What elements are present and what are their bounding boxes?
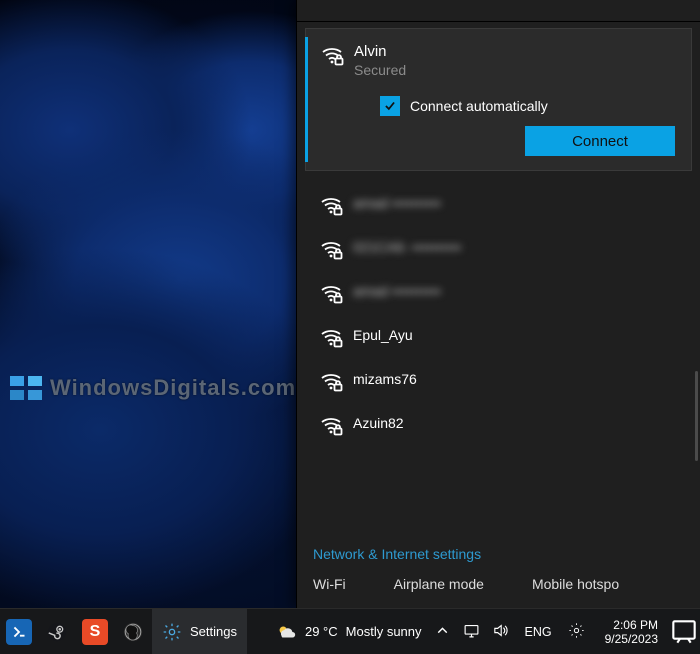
quick-actions-row: Wi-Fi Airplane mode Mobile hotspo bbox=[297, 566, 700, 608]
action-center-button[interactable] bbox=[668, 609, 700, 654]
tray-overflow-icon[interactable] bbox=[434, 622, 451, 642]
taskbar-app-obs[interactable] bbox=[114, 609, 152, 654]
tray-language[interactable]: ENG bbox=[521, 625, 556, 639]
tray-settings-icon[interactable] bbox=[568, 622, 585, 642]
wifi-secured-icon bbox=[320, 43, 344, 67]
tray-display-icon[interactable] bbox=[463, 622, 480, 642]
network-ssid: amad •••••••••• bbox=[353, 195, 441, 211]
network-item[interactable]: amad •••••••••• bbox=[305, 269, 692, 313]
selection-accent bbox=[305, 37, 308, 162]
flyout-header bbox=[297, 0, 700, 22]
quick-wifi[interactable]: Wi-Fi bbox=[313, 576, 346, 592]
network-flyout: Alvin Secured Connect automatically Conn… bbox=[296, 0, 700, 608]
network-item[interactable]: Epul_Ayu bbox=[305, 313, 692, 357]
taskbar-system-tray: ENG 2:06 PM 9/25/2023 bbox=[424, 609, 700, 654]
wifi-secured-icon bbox=[319, 281, 343, 305]
wifi-secured-icon bbox=[319, 193, 343, 217]
selected-network-card[interactable]: Alvin Secured Connect automatically Conn… bbox=[305, 28, 692, 171]
network-ssid: Epul_Ayu bbox=[353, 327, 413, 343]
taskbar-app-snagit[interactable]: S bbox=[76, 609, 114, 654]
taskbar-app-powershell[interactable] bbox=[0, 609, 38, 654]
weather-icon bbox=[275, 621, 297, 643]
network-item[interactable]: mizams76 bbox=[305, 357, 692, 401]
watermark: WindowsDigitals.com bbox=[10, 375, 296, 401]
taskbar-app-settings[interactable]: Settings bbox=[152, 609, 247, 654]
watermark-text: WindowsDigitals.com bbox=[50, 375, 296, 401]
selected-network-name: Alvin bbox=[354, 43, 675, 60]
scrollbar-thumb[interactable] bbox=[695, 371, 698, 461]
connect-automatically-label: Connect automatically bbox=[410, 98, 548, 114]
taskbar-settings-label: Settings bbox=[190, 624, 237, 639]
network-ssid: 021CA6- •••••••••• bbox=[353, 239, 461, 255]
taskbar-clock[interactable]: 2:06 PM 9/25/2023 bbox=[595, 618, 668, 646]
connect-button[interactable]: Connect bbox=[525, 126, 675, 156]
wifi-secured-icon bbox=[319, 413, 343, 437]
connect-automatically-checkbox[interactable] bbox=[380, 96, 400, 116]
wifi-secured-icon bbox=[319, 237, 343, 261]
weather-temperature: 29 °C bbox=[305, 624, 338, 639]
quick-hotspot[interactable]: Mobile hotspo bbox=[532, 576, 619, 592]
network-item[interactable]: amad •••••••••• bbox=[305, 181, 692, 225]
tray-speaker-icon[interactable] bbox=[492, 622, 509, 642]
taskbar-pinned-apps: S Settings bbox=[0, 609, 247, 654]
taskbar-app-steam[interactable] bbox=[38, 609, 76, 654]
quick-airplane[interactable]: Airplane mode bbox=[394, 576, 484, 592]
wifi-secured-icon bbox=[319, 369, 343, 393]
taskbar-weather-widget[interactable]: 29 °C Mostly sunny bbox=[275, 621, 422, 643]
gear-icon bbox=[162, 622, 182, 642]
network-item[interactable]: 021CA6- •••••••••• bbox=[305, 225, 692, 269]
wifi-secured-icon bbox=[319, 325, 343, 349]
network-settings-link[interactable]: Network & Internet settings bbox=[297, 536, 700, 566]
taskbar: S Settings 29 °C Mostly sunny bbox=[0, 608, 700, 654]
network-item[interactable]: Azuin82 bbox=[305, 401, 692, 445]
available-networks-list: amad •••••••••• 021CA6- •••••••••• amad ••… bbox=[297, 171, 700, 536]
clock-date: 9/25/2023 bbox=[605, 632, 658, 646]
watermark-logo bbox=[10, 376, 42, 400]
network-ssid: mizams76 bbox=[353, 371, 417, 387]
clock-time: 2:06 PM bbox=[605, 618, 658, 632]
weather-text: Mostly sunny bbox=[346, 624, 422, 639]
selected-network-status: Secured bbox=[354, 62, 675, 78]
network-ssid: amad •••••••••• bbox=[353, 283, 441, 299]
network-ssid: Azuin82 bbox=[353, 415, 404, 431]
